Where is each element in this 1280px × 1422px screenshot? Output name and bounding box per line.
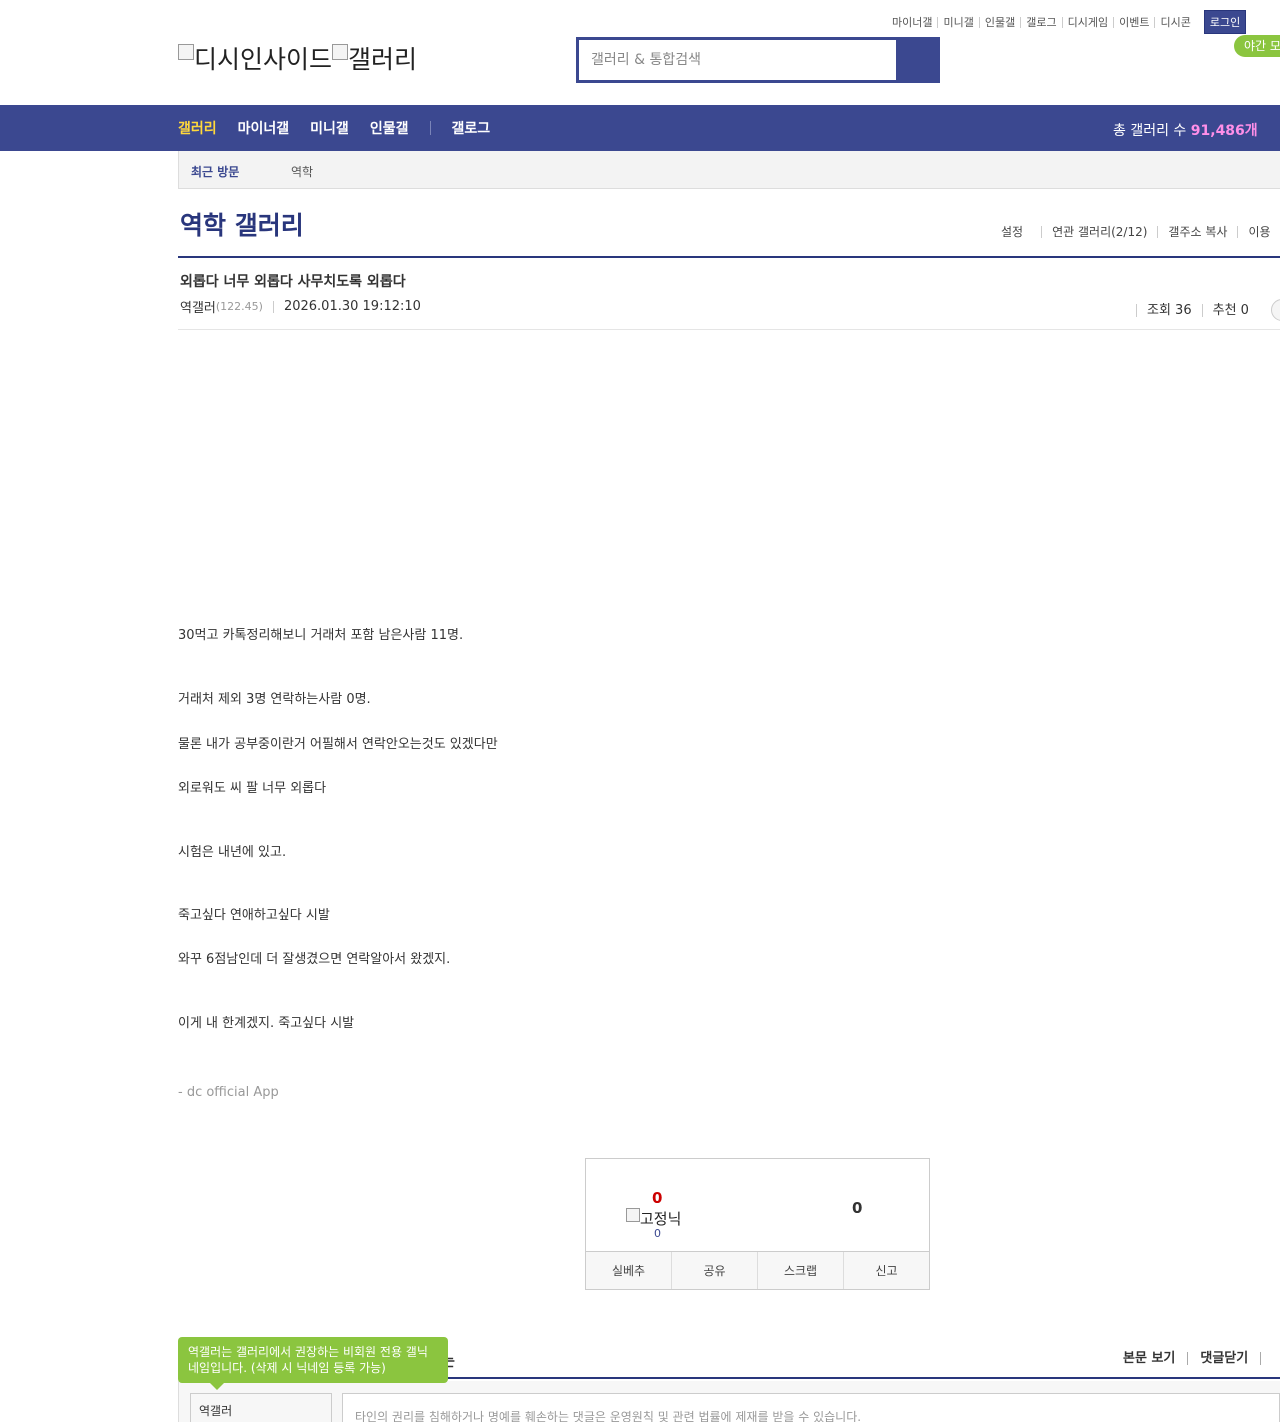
nav-divider: [430, 121, 432, 135]
search-box: [576, 37, 940, 83]
recommend-box: 0 고정닉 0 0 실베추 공유 스크랩 신고: [585, 1158, 930, 1290]
total-label: 총 갤러리 수: [1113, 123, 1191, 139]
broken-image-icon: [178, 44, 194, 60]
report-button[interactable]: 신고: [843, 1252, 929, 1289]
util-link-person-gall[interactable]: 인물갤: [978, 16, 1020, 28]
comment-textarea[interactable]: [343, 1394, 1279, 1422]
comment-header-actions: 본문 보기 댓글닫기: [1123, 1352, 1280, 1365]
nav-item-gallery[interactable]: 갤러리: [178, 118, 217, 138]
post-body-line: 거래처 제외 3명 연락하는사람 0명.: [178, 692, 371, 707]
post-date: 2026.01.30 19:12:10: [283, 299, 421, 314]
site-logo[interactable]: 디시인사이드 갤러리: [178, 40, 417, 76]
post-author[interactable]: 역갤러: [180, 297, 216, 316]
main-nav: 갤러리 마이너갤 미니갤 인물갤 갤로그 총 갤러리 수 91,486개: [0, 105, 1280, 151]
total-gallery-count: 총 갤러리 수 91,486개: [1113, 120, 1258, 140]
nav-item-gallog[interactable]: 갤로그: [451, 118, 490, 138]
util-link-dcgame[interactable]: 디시게임: [1061, 16, 1113, 28]
guest-nickname-tooltip: 역갤러는 갤러리에서 권장하는 비회원 전용 갤닉네임입니다. (삭제 시 닉네…: [178, 1337, 448, 1390]
meta-divider: [272, 300, 274, 313]
login-button[interactable]: 로그인: [1203, 10, 1247, 34]
more-options-icon[interactable]: [1270, 299, 1280, 321]
util-link-event[interactable]: 이벤트: [1113, 16, 1154, 28]
total-count-value: 91,486개: [1190, 123, 1258, 139]
nav-item-person-gall[interactable]: 인물갤: [370, 118, 409, 138]
scrap-button[interactable]: 스크랩: [757, 1252, 843, 1289]
post-body-line: 이게 내 한계겠지. 죽고싶다 시발: [178, 1016, 355, 1031]
recent-visit-title[interactable]: 최근 방문: [191, 163, 239, 180]
util-link-dccon[interactable]: 디시콘: [1154, 16, 1195, 28]
nav-item-minor-gall[interactable]: 마이너갤: [238, 118, 290, 138]
broken-image-icon: [332, 44, 349, 60]
post-author-ip: (122.45): [215, 300, 263, 313]
post-views: 조회 36: [1136, 303, 1202, 317]
util-link-minor-gall[interactable]: 마이너갤: [892, 17, 937, 28]
gallery-title-divider: [178, 256, 1280, 258]
gallery-settings-link[interactable]: 설정: [1001, 226, 1041, 238]
post-stats: 조회 36 추천 0: [1136, 299, 1280, 321]
night-mode-toggle[interactable]: 야간 모드: [1234, 35, 1280, 57]
comment-input-box: [342, 1393, 1280, 1422]
top-util-links: 마이너갤 미니갤 인물갤 갤로그 디시게임 이벤트 디시콘 로그인: [892, 10, 1247, 34]
fixed-nick-recommend: 고정닉: [626, 1207, 682, 1229]
post-body-line: 30먹고 카톡정리해보니 거래처 포함 남은사람 11명.: [178, 628, 464, 643]
post-body-line: 와꾸 6점남인데 더 잘생겼으면 연락알아서 왔겠지.: [178, 952, 451, 967]
nav-item-mini-gall[interactable]: 미니갤: [310, 118, 349, 138]
post-body-line: 죽고싶다 연애하고싶다 시발: [178, 908, 330, 923]
post-header-divider: [178, 329, 1280, 330]
broken-image-icon: [626, 1207, 640, 1222]
gallery-menu: 설정 연관 갤러리(2/12) 갤주소 복사 이용: [1001, 226, 1280, 238]
post-meta: 역갤러 (122.45) 2026.01.30 19:12:10: [180, 297, 421, 316]
post-signature: - dc official App: [178, 1085, 279, 1100]
best-recommend-button[interactable]: 실베추: [586, 1252, 671, 1289]
fixed-nick-label: 고정닉: [640, 1210, 682, 1228]
recommend-actions: 실베추 공유 스크랩 신고: [586, 1251, 929, 1289]
gallery-title[interactable]: 역학 갤러리: [180, 206, 304, 242]
post-recommend-count: 추천 0: [1201, 303, 1259, 317]
search-input[interactable]: [579, 40, 896, 80]
logo-brand-text: 디시인사이드: [194, 45, 333, 74]
util-link-mini-gall[interactable]: 미니갤: [937, 16, 978, 28]
share-button[interactable]: 공유: [671, 1252, 757, 1289]
related-gallery-link[interactable]: 연관 갤러리(2/12): [1041, 226, 1157, 238]
logo-section-text: 갤러리: [348, 45, 418, 74]
downvote-count[interactable]: 0: [852, 1199, 862, 1217]
upvote-count[interactable]: 0: [652, 1189, 662, 1207]
copy-gallery-address-link[interactable]: 갤주소 복사: [1157, 226, 1237, 238]
fixed-nick-count: 0: [654, 1227, 661, 1240]
usage-link[interactable]: 이용: [1237, 226, 1280, 238]
view-body-button[interactable]: 본문 보기: [1123, 1352, 1187, 1365]
comment-header-extra: [1260, 1352, 1280, 1365]
close-comments-button[interactable]: 댓글닫기: [1187, 1352, 1260, 1365]
comment-nickname-field[interactable]: 역갤러: [190, 1393, 332, 1422]
recent-visit-bar: 최근 방문 역학: [178, 151, 1280, 189]
util-link-gallog[interactable]: 갤로그: [1020, 16, 1061, 28]
search-button[interactable]: [896, 37, 940, 83]
post-body-line: 물론 내가 공부중이란거 어필해서 연락안오는것도 있겠다만: [178, 737, 498, 752]
post-body-line: 외로워도 씨 팔 너무 외롭다: [178, 781, 327, 796]
recent-visit-item[interactable]: 역학: [291, 163, 313, 180]
post-title: 외롭다 너무 외롭다 사무치도록 외롭다: [180, 274, 406, 290]
post-body-line: 시험은 내년에 있고.: [178, 845, 287, 860]
